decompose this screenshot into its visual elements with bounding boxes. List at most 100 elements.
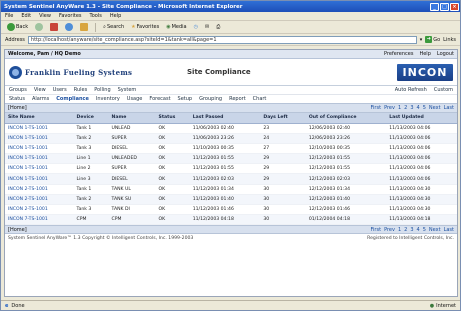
table-row[interactable]: INCON 2-TS-1001 Tank 3 TANK DI OK 11/12/2003… bbox=[5, 204, 457, 216]
page-prev-bottom[interactable]: Prev bbox=[384, 227, 395, 233]
menu-edit[interactable]: Edit bbox=[21, 13, 31, 19]
cell-last-passed: 11/12/2003 01:34 bbox=[189, 184, 261, 195]
page-next-bottom[interactable]: Next bbox=[429, 227, 441, 233]
page-2[interactable]: 2 bbox=[404, 105, 407, 111]
nav-polling[interactable]: Polling bbox=[94, 87, 110, 93]
page-1-bottom[interactable]: 1 bbox=[398, 227, 401, 233]
menu-help[interactable]: Help bbox=[110, 13, 121, 19]
address-dropdown-icon[interactable]: ▾ bbox=[420, 37, 423, 43]
nav-system[interactable]: System bbox=[118, 87, 137, 93]
col-out-of-compliance[interactable]: Out of Compliance bbox=[305, 113, 387, 124]
history-button[interactable]: ◷ bbox=[192, 22, 200, 32]
menu-file[interactable]: File bbox=[5, 13, 13, 19]
page-next[interactable]: Next bbox=[429, 105, 441, 111]
cell-last-passed: 11/06/2003 23:26 bbox=[189, 133, 261, 144]
print-button[interactable]: ⎙ bbox=[214, 22, 222, 32]
table-row[interactable]: INCON 2-TS-1001 Tank 2 TANK SU OK 11/12/2003… bbox=[5, 194, 457, 206]
page-3[interactable]: 3 bbox=[410, 105, 413, 111]
col-status[interactable]: Status bbox=[155, 113, 190, 124]
forward-button[interactable] bbox=[33, 22, 45, 32]
page-last-bottom[interactable]: Last bbox=[444, 227, 454, 233]
tab-inventory[interactable]: Inventory bbox=[96, 96, 120, 102]
preferences-link[interactable]: Preferences bbox=[384, 51, 413, 57]
table-row[interactable]: INCON 1-TS-1001 Line 2 SUPER OK 11/12/2003 0… bbox=[5, 163, 457, 175]
cell-last-updated: 11/13/2003 04:06 bbox=[386, 163, 457, 175]
tab-grouping[interactable]: Grouping bbox=[199, 96, 222, 102]
cell-site-name[interactable]: INCON 1-TS-1001 bbox=[5, 123, 74, 134]
table-row[interactable]: INCON 1-TS-1001 Tank 3 DIESEL OK 11/10/2003 … bbox=[5, 143, 457, 155]
nav-view[interactable]: View bbox=[34, 87, 46, 93]
table-row[interactable]: INCON 2-TS-1001 Tank 1 TANK UL OK 11/12/2003… bbox=[5, 184, 457, 195]
tab-usage[interactable]: Usage bbox=[127, 96, 143, 102]
minimize-button[interactable]: _ bbox=[430, 2, 439, 11]
custom-link[interactable]: Custom bbox=[434, 87, 453, 93]
favorites-button[interactable]: ★ Favorites bbox=[129, 22, 161, 32]
table-row[interactable]: INCON 1-TS-1001 Tank 2 SUPER OK 11/06/2003 2… bbox=[5, 133, 457, 144]
col-last-updated[interactable]: Last Updated bbox=[386, 113, 457, 124]
tab-compliance[interactable]: Compliance bbox=[56, 96, 89, 102]
table-row[interactable]: INCON 1-TS-1001 Line 1 UNLEADED OK 11/12/200… bbox=[5, 153, 457, 165]
page-prev[interactable]: Prev bbox=[384, 105, 395, 111]
menu-view[interactable]: View bbox=[39, 13, 51, 19]
page-4[interactable]: 4 bbox=[417, 105, 420, 111]
page-last[interactable]: Last bbox=[444, 105, 454, 111]
page-3-bottom[interactable]: 3 bbox=[410, 227, 413, 233]
stop-button[interactable] bbox=[48, 22, 60, 32]
tab-chart[interactable]: Chart bbox=[253, 96, 267, 102]
go-button[interactable]: ➜ Go bbox=[425, 36, 440, 43]
cell-site-name[interactable]: INCON 1-TS-1001 bbox=[5, 143, 74, 155]
table-row[interactable]: INCON 1-TS-1001 Line 3 DIESEL OK 11/12/2003 … bbox=[5, 173, 457, 185]
tab-forecast[interactable]: Forecast bbox=[149, 96, 170, 102]
page-4-bottom[interactable]: 4 bbox=[417, 227, 420, 233]
table-row[interactable]: INCON 1-TS-1001 Tank 1 UNLEAD OK 11/06/2003 … bbox=[5, 123, 457, 134]
close-button[interactable]: × bbox=[450, 2, 459, 11]
home-link[interactable]: [Home] bbox=[8, 105, 27, 111]
page-1[interactable]: 1 bbox=[398, 105, 401, 111]
col-name[interactable]: Name bbox=[108, 113, 156, 124]
col-site-name[interactable]: Site Name bbox=[5, 113, 74, 124]
cell-site-name[interactable]: INCON 7-TS-1001 bbox=[5, 214, 74, 226]
home-button[interactable] bbox=[78, 22, 90, 32]
cell-device: CPM bbox=[73, 214, 109, 226]
cell-site-name[interactable]: INCON 2-TS-1001 bbox=[5, 204, 74, 216]
cell-out-of-compliance: 12/12/2003 01:46 bbox=[305, 204, 387, 216]
links-button[interactable]: Links bbox=[443, 37, 456, 43]
media-button[interactable]: ◉ Media bbox=[164, 22, 188, 32]
help-link[interactable]: Help bbox=[419, 51, 430, 57]
page-first[interactable]: First bbox=[371, 105, 382, 111]
auto-refresh-link[interactable]: Auto Refresh bbox=[395, 87, 427, 93]
table-row[interactable]: INCON 7-TS-1001 CPM CPM OK 11/12/2003 04:18 3… bbox=[5, 214, 457, 226]
page-first-bottom[interactable]: First bbox=[371, 227, 382, 233]
tab-report[interactable]: Report bbox=[229, 96, 246, 102]
cell-site-name[interactable]: INCON 1-TS-1001 bbox=[5, 163, 74, 175]
col-days-left[interactable]: Days Left bbox=[260, 113, 306, 124]
cell-device: Tank 3 bbox=[73, 204, 109, 216]
page-5[interactable]: 5 bbox=[423, 105, 426, 111]
cell-site-name[interactable]: INCON 1-TS-1001 bbox=[5, 173, 74, 185]
nav-rules[interactable]: Rules bbox=[74, 87, 88, 93]
back-button[interactable]: Back bbox=[5, 22, 30, 32]
maximize-button[interactable]: □ bbox=[440, 2, 449, 11]
page-2-bottom[interactable]: 2 bbox=[404, 227, 407, 233]
menu-tools[interactable]: Tools bbox=[90, 13, 102, 19]
tab-alarms[interactable]: Alarms bbox=[32, 96, 49, 102]
tab-setup[interactable]: Setup bbox=[178, 96, 193, 102]
col-last-passed[interactable]: Last Passed bbox=[189, 113, 261, 124]
page-5-bottom[interactable]: 5 bbox=[423, 227, 426, 233]
address-input[interactable]: http://localhost/anyware/site_compliance… bbox=[27, 35, 417, 44]
nav-groups[interactable]: Groups bbox=[9, 87, 27, 93]
tab-status[interactable]: Status bbox=[9, 96, 25, 102]
cell-site-name[interactable]: INCON 2-TS-1001 bbox=[5, 194, 74, 206]
home-link-bottom[interactable]: [Home] bbox=[8, 227, 27, 233]
cell-site-name[interactable]: INCON 1-TS-1001 bbox=[5, 133, 74, 144]
menu-favorites[interactable]: Favorites bbox=[59, 13, 82, 19]
logout-link[interactable]: Logout bbox=[437, 51, 454, 57]
back-arrow-icon bbox=[7, 23, 15, 31]
cell-site-name[interactable]: INCON 2-TS-1001 bbox=[5, 184, 74, 195]
mail-button[interactable]: ✉ bbox=[203, 22, 211, 32]
refresh-button[interactable] bbox=[63, 22, 75, 32]
search-button[interactable]: ⌕ Search bbox=[101, 22, 126, 32]
cell-site-name[interactable]: INCON 1-TS-1001 bbox=[5, 153, 74, 165]
nav-users[interactable]: Users bbox=[53, 87, 67, 93]
col-device[interactable]: Device bbox=[73, 113, 109, 124]
